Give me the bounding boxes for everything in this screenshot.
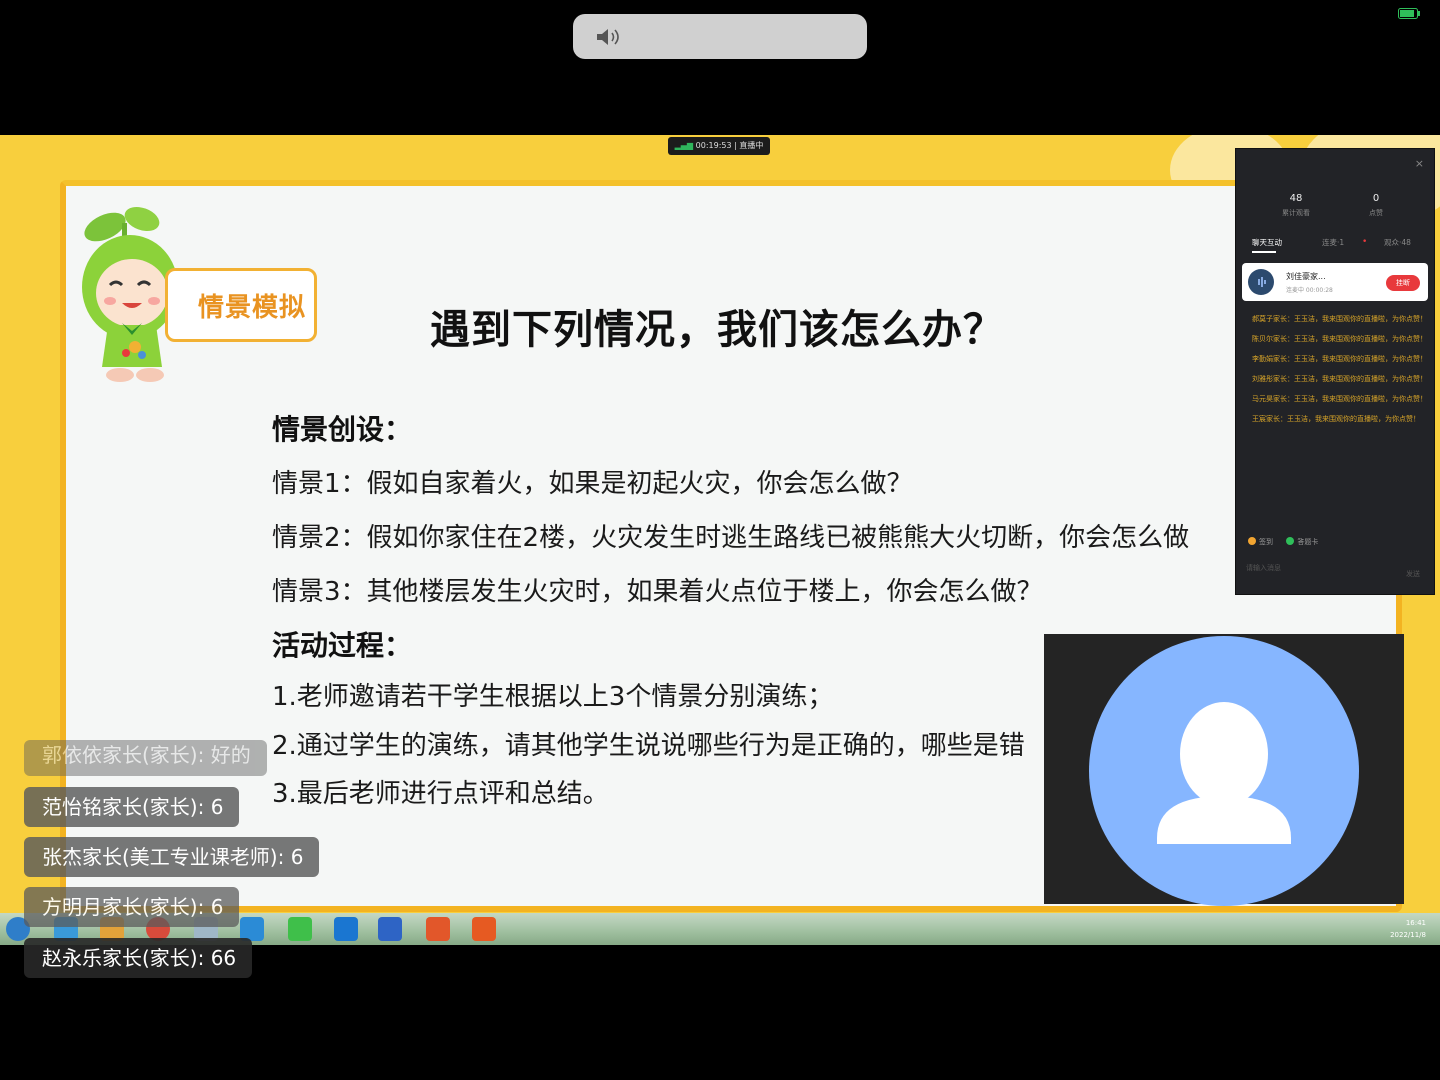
speaker-icon — [597, 29, 619, 45]
scenario-2: 情景2：假如你家住在2楼，火灾发生时逃生路线已被熊熊大火切断，你会怎么做 — [272, 523, 1190, 553]
slides-icon — [472, 917, 496, 941]
views-label: 累计观看 — [1282, 209, 1310, 217]
system-tray: 16:41 2022/11/8 — [1390, 917, 1426, 941]
wechat-icon — [288, 917, 312, 941]
avatar — [1089, 636, 1359, 906]
panel-tabs: 聊天互动 连麦·1 • 观众·48 — [1236, 237, 1434, 253]
connected-caller: 刘佳豪家... 连麦中 00:00:28 挂断 — [1242, 263, 1428, 301]
caller-time: 连麦中 00:00:28 — [1286, 287, 1333, 294]
tab-audience[interactable]: 观众·48 — [1384, 237, 1411, 248]
likes-count: 0 — [1372, 193, 1380, 204]
chat-bubble: 郭依依家长(家长): 好的 — [24, 740, 267, 776]
chat-bubble: 方明月家长(家长): 6 — [24, 887, 239, 927]
chat-bubble: 赵永乐家长(家长): 66 — [24, 938, 252, 978]
signin-label: 签到 — [1259, 538, 1273, 546]
list-item: 王宸家长：王玉洁，我来围观你的直播啦，为你点赞！ — [1252, 415, 1420, 423]
list-item: 刘雅彤家长：王玉洁，我来围观你的直播啦，为你点赞！ — [1252, 375, 1427, 383]
message-input[interactable]: 请输入消息 — [1246, 563, 1281, 573]
recorder-icon — [426, 917, 450, 941]
slide-title: 遇到下列情况，我们该怎么办？ — [430, 307, 1004, 353]
battery-icon — [1398, 8, 1420, 19]
tray-date: 2022/11/8 — [1390, 931, 1426, 939]
list-item: 李勤娟家长：王玉洁，我来围观你的直播啦，为你点赞！ — [1252, 355, 1427, 363]
live-status: 直播中 — [739, 141, 764, 150]
list-item: 郝莫子家长：王玉洁，我来围观你的直播啦，为你点赞！ — [1252, 315, 1427, 323]
caller-avatar — [1248, 269, 1274, 295]
stat-likes: 0 点赞 — [1346, 193, 1406, 218]
live-status-tag: ▂▄▆ 00:19:53 | 直播中 — [668, 137, 770, 155]
person-icon — [1157, 702, 1291, 844]
live-time: 00:19:53 — [695, 141, 732, 150]
wps-icon — [378, 917, 402, 941]
voice-wave-icon — [1258, 277, 1266, 287]
tab-underline — [1252, 251, 1276, 253]
views-count: 48 — [1289, 193, 1303, 204]
tab-chat[interactable]: 聊天互动 — [1252, 237, 1282, 248]
send-button[interactable]: 发送 — [1406, 569, 1420, 579]
panel-actions: 签到 答题卡 — [1248, 537, 1318, 547]
process-step-2: 2.通过学生的演练，请其他学生说说哪些行为是正确的，哪些是错 — [272, 731, 1025, 761]
tab-connect[interactable]: 连麦·1 — [1322, 237, 1344, 248]
section-heading-setup: 情景创设： — [272, 413, 413, 446]
signin-icon — [1248, 537, 1256, 545]
feishu-icon — [334, 917, 358, 941]
process-step-3: 3.最后老师进行点评和总结。 — [272, 779, 609, 809]
close-icon[interactable]: × — [1415, 157, 1424, 170]
chat-bubble: 张杰家长(美工专业课老师): 6 — [24, 837, 319, 877]
answer-card-icon — [1286, 537, 1295, 545]
scenario-3: 情景3：其他楼层发生火灾时，如果着火点位于楼上，你会怎么做？ — [272, 577, 1043, 607]
process-step-1: 1.老师邀请若干学生根据以上3个情景分别演练； — [272, 682, 834, 712]
audio-indicator[interactable] — [573, 14, 867, 59]
hangup-button[interactable]: 挂断 — [1386, 275, 1420, 291]
tray-time: 16:41 — [1405, 919, 1426, 927]
scenario-1: 情景1：假如自家着火，如果是初起火灾，你会怎么做？ — [272, 469, 913, 499]
stat-views: 48 累计观看 — [1266, 193, 1326, 218]
signin-button[interactable]: 签到 — [1248, 537, 1273, 546]
notification-dot-icon: • — [1362, 237, 1368, 247]
answer-card-label: 答题卡 — [1297, 538, 1319, 546]
list-item: 马元昊家长：王玉洁，我来围观你的直播啦，为你点赞！ — [1252, 395, 1427, 403]
live-panel: × 48 累计观看 0 点赞 聊天互动 连麦·1 • 观众·48 刘佳豪家...… — [1235, 148, 1435, 595]
chat-bubble: 范怡铭家长(家长): 6 — [24, 787, 239, 827]
list-item: 陈贝尔家长：王玉洁，我来围观你的直播啦，为你点赞！ — [1252, 335, 1427, 343]
section-heading-process: 活动过程： — [272, 629, 413, 662]
signal-icon: ▂▄▆ — [674, 141, 694, 150]
scene-badge: 情景模拟 — [165, 268, 317, 342]
chat-messages: 郝莫子家长：王玉洁，我来围观你的直播啦，为你点赞！ 陈贝尔家长：王玉洁，我来围观… — [1252, 313, 1428, 433]
caller-name: 刘佳豪家... — [1286, 272, 1326, 281]
video-tile[interactable] — [1044, 634, 1404, 906]
answer-card-button[interactable]: 答题卡 — [1286, 537, 1319, 546]
likes-label: 点赞 — [1369, 209, 1383, 217]
